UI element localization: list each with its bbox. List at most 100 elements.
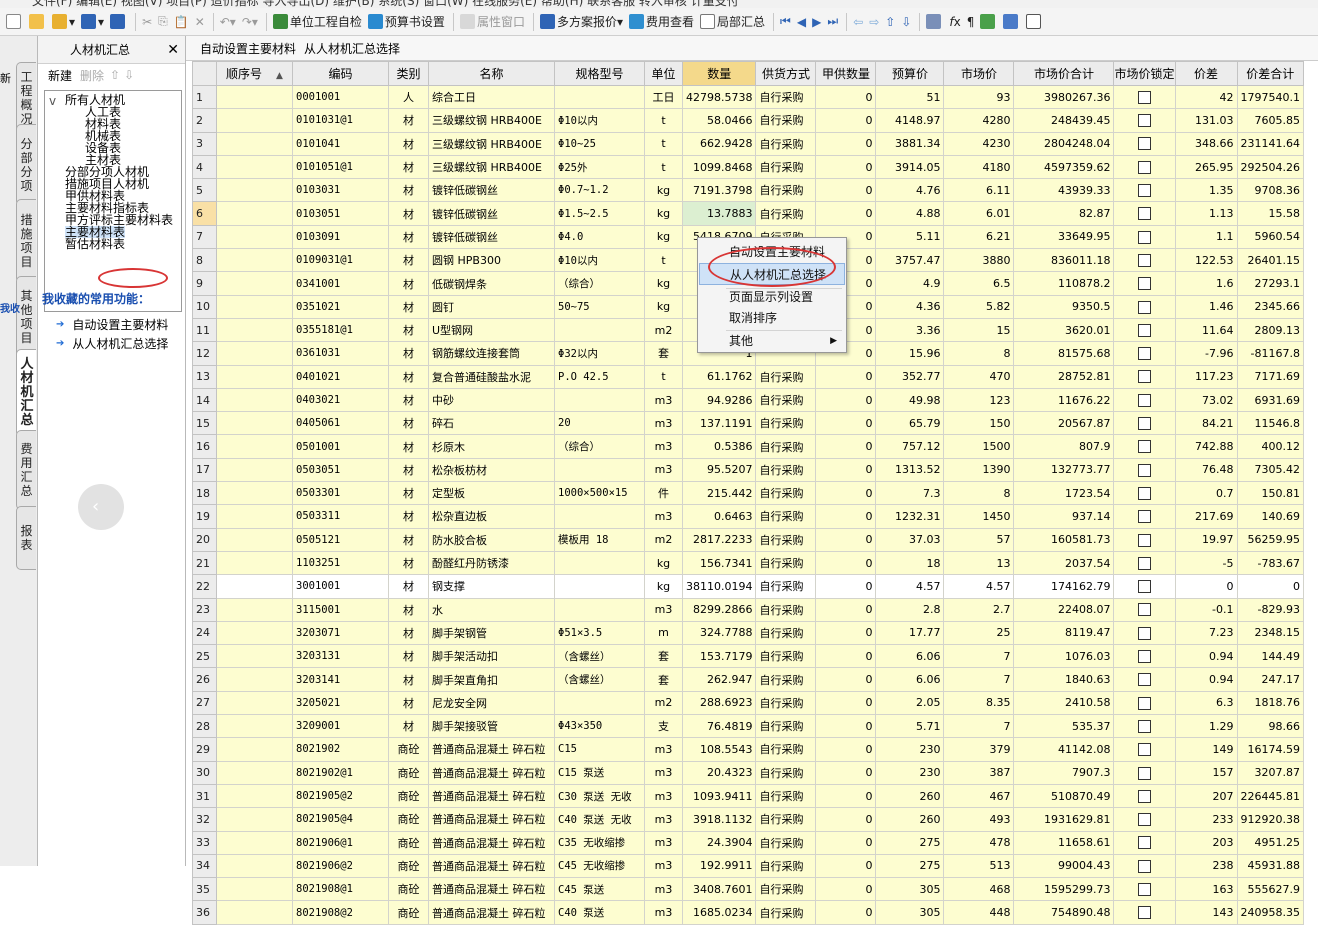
cell-market-price[interactable]: 93	[943, 84, 1015, 110]
cell-row-num[interactable]: 6	[192, 201, 217, 226]
cell-quantity[interactable]: 76.4819	[681, 714, 757, 739]
cell-row-num[interactable]: 4	[192, 154, 217, 180]
cell-market-price[interactable]: 379	[943, 737, 1015, 762]
cell-quantity[interactable]: 1093.9411	[681, 783, 757, 809]
cell-category[interactable]: 商砼	[388, 783, 429, 809]
cell-owner-qty[interactable]: 0	[815, 783, 877, 809]
cell-supply-mode[interactable]: 自行采购	[755, 201, 817, 226]
cell-category[interactable]: 商砼	[388, 830, 429, 855]
table-row[interactable]: 16 0501001 材杉原木 （综合） m3 0.5386 自行采购 0 757.12 1500…	[192, 434, 1304, 459]
col-header-supply-mode[interactable]: 供货方式	[755, 61, 817, 86]
cell-category[interactable]: 材	[388, 154, 429, 180]
cell-market-price[interactable]: 57	[943, 527, 1015, 552]
cell-market-price[interactable]: 150	[943, 411, 1015, 436]
cell-price-diff[interactable]: 11.64	[1174, 317, 1238, 343]
cell-market-price[interactable]: 1450	[943, 504, 1015, 529]
cell-supply-mode[interactable]: 自行采购	[755, 434, 817, 459]
cell-category[interactable]: 材	[388, 434, 429, 459]
cell-order-no[interactable]	[216, 667, 293, 692]
cell-budget-price[interactable]: 2.8	[875, 597, 945, 622]
cell-owner-qty[interactable]: 0	[815, 574, 877, 599]
price-lock-checkbox[interactable]	[1137, 906, 1151, 920]
price-lock-checkbox[interactable]	[1137, 90, 1151, 104]
last-icon[interactable]: ⏭	[825, 11, 840, 33]
price-lock-checkbox[interactable]	[1137, 789, 1151, 803]
cell-unit[interactable]: kg	[644, 224, 683, 250]
cell-name[interactable]: 复合普通硅酸盐水泥	[428, 364, 555, 389]
cell-category[interactable]: 材	[388, 644, 429, 669]
cell-budget-price[interactable]: 51	[875, 84, 945, 110]
cell-diff-total[interactable]: 226445.81	[1236, 783, 1304, 809]
cell-name[interactable]: 钢支撑	[428, 574, 555, 599]
table-row[interactable]: 33 8021906@1 商砼 普通商品混凝土 碎石粒 C35 无收缩掺 m3 24.390…	[192, 830, 1304, 855]
cell-name[interactable]: 镀锌低碳钢丝	[428, 178, 555, 203]
cell-budget-price[interactable]: 4.9	[875, 271, 945, 296]
price-lock-checkbox[interactable]	[1137, 207, 1151, 221]
cell-unit[interactable]: m	[644, 620, 683, 646]
price-lock-checkbox[interactable]	[1137, 253, 1151, 267]
cell-row-num[interactable]: 24	[192, 620, 217, 646]
cell-quantity[interactable]: 24.3904	[681, 830, 757, 855]
price-lock-checkbox[interactable]	[1137, 719, 1151, 733]
tree-item-provisional[interactable]: 暂估材料表	[65, 238, 125, 250]
cell-budget-price[interactable]: 260	[875, 783, 945, 809]
cell-price-diff[interactable]: 207	[1174, 783, 1238, 809]
cell-market-total[interactable]: 132773.77	[1013, 457, 1115, 483]
price-lock-checkbox[interactable]	[1137, 626, 1151, 640]
cell-supply-mode[interactable]: 自行采购	[755, 527, 817, 552]
cell-unit[interactable]: m3	[644, 434, 683, 459]
cell-price-diff[interactable]: 76.48	[1174, 457, 1238, 483]
cell-budget-price[interactable]: 3881.34	[875, 131, 945, 156]
cell-quantity[interactable]: 324.7788	[681, 620, 757, 646]
move-right-icon[interactable]: ⇨	[867, 11, 881, 33]
cell-market-price[interactable]: 5.82	[943, 294, 1015, 319]
cell-code[interactable]: 0503301	[292, 481, 389, 506]
cell-unit[interactable]: 件	[644, 481, 683, 506]
move-down-icon[interactable]: ⇩	[899, 11, 913, 33]
cell-order-no[interactable]	[216, 807, 293, 832]
price-lock-checkbox[interactable]	[1137, 696, 1151, 710]
cell-market-price[interactable]: 15	[943, 317, 1015, 343]
cell-quantity[interactable]: 153.7179	[681, 644, 757, 669]
cell-name[interactable]: 三级螺纹钢 HRB400E	[428, 154, 555, 180]
cell-market-price[interactable]: 4280	[943, 108, 1015, 133]
cell-diff-total[interactable]: 0	[1236, 574, 1304, 599]
cell-unit[interactable]: m3	[644, 387, 683, 413]
cell-code[interactable]: 0355181@1	[292, 317, 389, 343]
cell-spec[interactable]	[554, 550, 645, 576]
menu-bar-text[interactable]: 文件(F) 编辑(E) 视图(V) 项目(P) 造价指标 导入导出(D) 维护(…	[32, 0, 739, 8]
cell-category[interactable]: 材	[388, 550, 429, 576]
budget-settings-button[interactable]: 预算书设置	[366, 11, 447, 33]
cell-code[interactable]: 0403021	[292, 387, 389, 413]
cell-name[interactable]: 三级螺纹钢 HRB400E	[428, 108, 555, 133]
cell-price-diff[interactable]: 0.7	[1174, 481, 1238, 506]
cell-code[interactable]: 8021908@1	[292, 877, 389, 902]
cell-budget-price[interactable]: 6.06	[875, 644, 945, 669]
cell-unit[interactable]: m2	[644, 690, 683, 716]
cell-row-num[interactable]: 16	[192, 434, 217, 459]
cell-row-num[interactable]: 22	[192, 574, 217, 599]
cell-supply-mode[interactable]: 自行采购	[755, 807, 817, 832]
move-up-icon[interactable]: ⇧	[883, 11, 897, 33]
cell-category[interactable]: 商砼	[388, 900, 429, 925]
cell-name[interactable]: 脚手架接驳管	[428, 714, 555, 739]
cell-market-total[interactable]: 81575.68	[1013, 341, 1115, 366]
copy-icon[interactable]: ⎘	[156, 11, 170, 33]
cell-category[interactable]: 材	[388, 527, 429, 552]
cell-supply-mode[interactable]: 自行采购	[755, 504, 817, 529]
cell-code[interactable]: 0405061	[292, 411, 389, 436]
cell-category[interactable]: 材	[388, 201, 429, 226]
cell-order-no[interactable]	[216, 714, 293, 739]
price-lock-checkbox[interactable]	[1137, 393, 1151, 407]
cell-unit[interactable]: kg	[644, 271, 683, 296]
cell-unit[interactable]: m3	[644, 457, 683, 483]
cell-spec[interactable]	[554, 317, 645, 343]
cell-supply-mode[interactable]: 自行采购	[755, 550, 817, 576]
cell-market-total[interactable]: 807.9	[1013, 434, 1115, 459]
cell-budget-price[interactable]: 5.11	[875, 224, 945, 250]
cell-market-total[interactable]: 510870.49	[1013, 783, 1115, 809]
cell-row-num[interactable]: 35	[192, 877, 217, 902]
table-row[interactable]: 21 1103251 材酚醛红丹防锈漆 kg 156.7341 自行采购 0 18 13 2037…	[192, 550, 1304, 576]
cell-spec[interactable]	[554, 387, 645, 413]
col-header-spec[interactable]: 规格型号	[554, 61, 645, 86]
